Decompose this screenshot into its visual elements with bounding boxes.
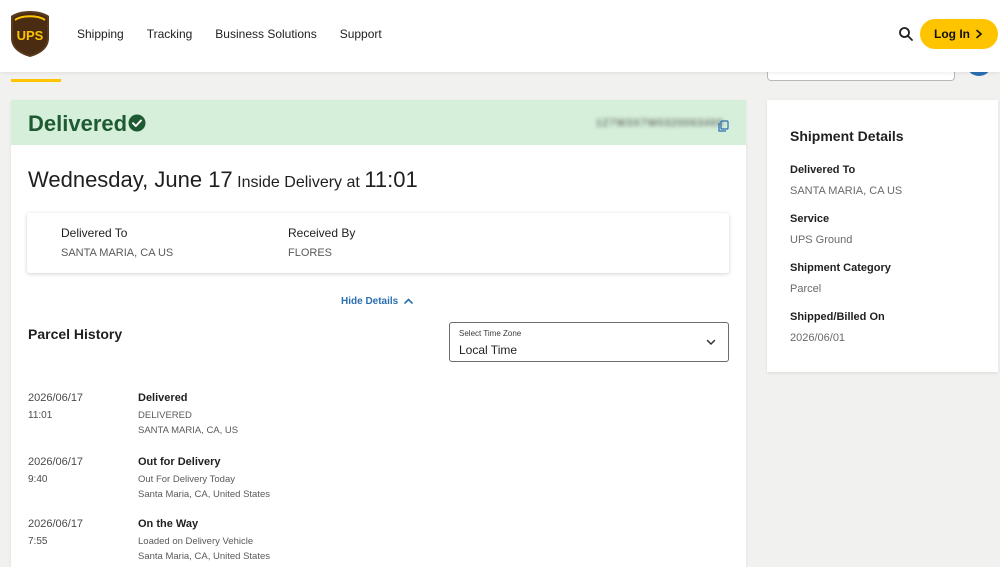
received-by-value: FLORES xyxy=(288,247,333,259)
nav-business-solutions[interactable]: Business Solutions xyxy=(215,27,316,41)
timezone-select-label: Select Time Zone xyxy=(459,329,522,338)
nav-tracking[interactable]: Tracking xyxy=(147,27,193,41)
detail-value-shipment-category: Parcel xyxy=(790,283,822,295)
detail-label-service: Service xyxy=(790,213,830,225)
detail-value-shipped-on: 2026/06/01 xyxy=(790,332,846,344)
detail-label-delivered-to: Delivered To xyxy=(790,164,856,176)
chevron-down-icon xyxy=(706,339,716,346)
event-title: On the Way xyxy=(138,518,199,530)
delivery-method: Inside Delivery xyxy=(237,174,343,191)
delivery-summary-box: Delivered To SANTA MARIA, CA US Received… xyxy=(27,213,729,273)
event-time: 7:55 xyxy=(28,536,48,547)
event-time: 11:01 xyxy=(28,410,53,421)
delivery-day: Wednesday, June 17 xyxy=(28,167,233,192)
active-tab-indicator xyxy=(11,79,61,82)
event-description: Out For Delivery Today xyxy=(138,474,235,485)
timezone-select-value: Local Time xyxy=(459,343,518,357)
status-title: Delivered xyxy=(28,111,128,136)
login-button[interactable]: Log In xyxy=(920,19,998,49)
event-time: 9:40 xyxy=(28,474,48,485)
event-title: Out for Delivery xyxy=(138,456,221,468)
detail-label-shipped-on: Shipped/Billed On xyxy=(790,311,885,323)
event-location: Santa Maria, CA, United States xyxy=(138,489,271,500)
event-description: Loaded on Delivery Vehicle xyxy=(138,536,254,547)
delivery-at: at xyxy=(346,174,360,191)
top-navigation-bar: UPS Shipping Tracking Business Solutions… xyxy=(0,0,1000,72)
check-circle-icon xyxy=(128,114,146,132)
delivery-time: 11:01 xyxy=(364,167,418,192)
status-banner: Delivered 1Z7W3X7W0320063469 xyxy=(11,100,746,145)
ups-logo[interactable]: UPS xyxy=(10,10,50,58)
main-nav: Shipping Tracking Business Solutions Sup… xyxy=(77,0,382,68)
logo-text: UPS xyxy=(17,28,44,43)
received-by-label: Received By xyxy=(288,226,356,240)
event-date: 2026/06/17 xyxy=(28,456,84,468)
nav-shipping[interactable]: Shipping xyxy=(77,27,124,41)
detail-value-delivered-to: SANTA MARIA, CA US xyxy=(790,185,903,197)
history-event: 2026/06/17 11:01 Delivered DELIVERED SAN… xyxy=(28,392,628,452)
tracking-card: Delivered 1Z7W3X7W0320063469 Wednesday, … xyxy=(11,100,746,567)
detail-label-shipment-category: Shipment Category xyxy=(790,262,891,274)
timezone-select[interactable]: Select Time Zone Local Time xyxy=(449,322,729,362)
tracking-number: 1Z7W3X7W0320063469 xyxy=(596,118,724,129)
chevron-right-icon xyxy=(976,29,983,39)
search-icon[interactable] xyxy=(897,25,915,43)
event-date: 2026/06/17 xyxy=(28,518,84,530)
event-description: DELIVERED xyxy=(138,410,192,421)
hide-details-label: Hide Details xyxy=(341,296,399,307)
delivered-to-label: Delivered To xyxy=(61,226,128,240)
parcel-history-heading: Parcel History xyxy=(28,326,123,342)
event-location: SANTA MARIA, CA, US xyxy=(138,425,239,436)
shipment-details-title: Shipment Details xyxy=(790,128,904,144)
detail-value-service: UPS Ground xyxy=(790,234,853,246)
delivery-date-line: Wednesday, June 17 Inside Delivery at 11… xyxy=(28,167,418,193)
login-label: Log In xyxy=(934,27,970,41)
history-event: 2026/06/17 7:55 On the Way Loaded on Del… xyxy=(28,518,628,567)
shipment-details-card: Shipment Details Delivered To SANTA MARI… xyxy=(767,100,998,372)
nav-support[interactable]: Support xyxy=(340,27,382,41)
event-location: Santa Maria, CA, United States xyxy=(138,551,271,562)
delivered-to-value: SANTA MARIA, CA US xyxy=(61,247,174,259)
event-title: Delivered xyxy=(138,392,188,404)
history-event: 2026/06/17 9:40 Out for Delivery Out For… xyxy=(28,456,628,516)
copy-icon[interactable] xyxy=(718,120,729,132)
event-date: 2026/06/17 xyxy=(28,392,84,404)
chevron-up-icon xyxy=(404,298,414,304)
hide-details-link[interactable]: Hide Details xyxy=(341,296,414,307)
